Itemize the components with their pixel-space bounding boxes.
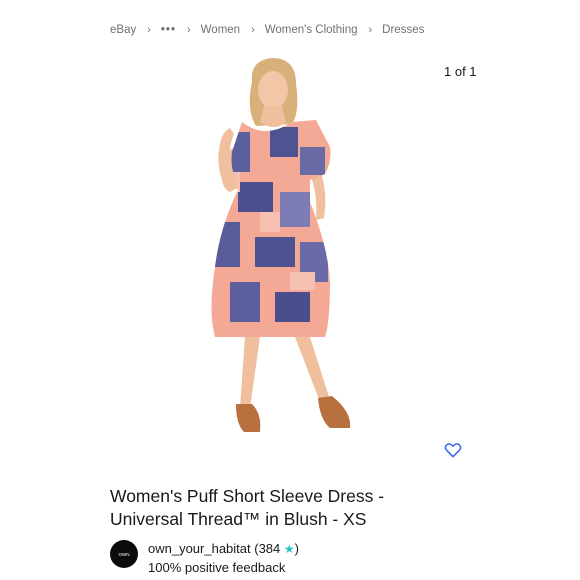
- product-title-line2: Universal Thread™ in Blush - XS: [110, 508, 367, 529]
- product-title: Women's Puff Short Sleeve Dress - Univer…: [110, 485, 440, 530]
- seller-score-open: (384: [250, 541, 284, 556]
- seller-name-link[interactable]: own_your_habitat: [148, 541, 251, 556]
- chevron-right-icon: ›: [147, 24, 151, 36]
- chevron-right-icon: ›: [186, 24, 191, 36]
- product-title-line1: Women's Puff Short Sleeve Dress -: [110, 486, 385, 506]
- product-image[interactable]: [160, 52, 420, 447]
- heart-icon[interactable]: [443, 440, 463, 460]
- breadcrumb-dresses[interactable]: Dresses: [382, 24, 424, 36]
- chevron-right-icon: ›: [368, 24, 373, 36]
- chevron-right-icon: ›: [251, 24, 255, 36]
- breadcrumb-ebay[interactable]: eBay: [110, 24, 136, 36]
- seller-avatar[interactable]: OWN: [110, 540, 138, 568]
- seller-info: own_your_habitat (384 ★): [148, 541, 299, 556]
- breadcrumb-womens-clothing[interactable]: Women's Clothing: [265, 24, 358, 36]
- breadcrumb-more[interactable]: •••: [161, 24, 176, 36]
- seller-feedback: 100% positive feedback: [148, 560, 286, 575]
- breadcrumb-women[interactable]: Women: [201, 24, 240, 36]
- seller-avatar-text: OWN: [118, 551, 130, 557]
- breadcrumb: eBay › ••• › Women › Women's Clothing › …: [110, 22, 424, 38]
- seller-score-close: ): [294, 541, 299, 556]
- image-counter: 1 of 1: [444, 64, 477, 79]
- star-icon: ★: [283, 542, 295, 556]
